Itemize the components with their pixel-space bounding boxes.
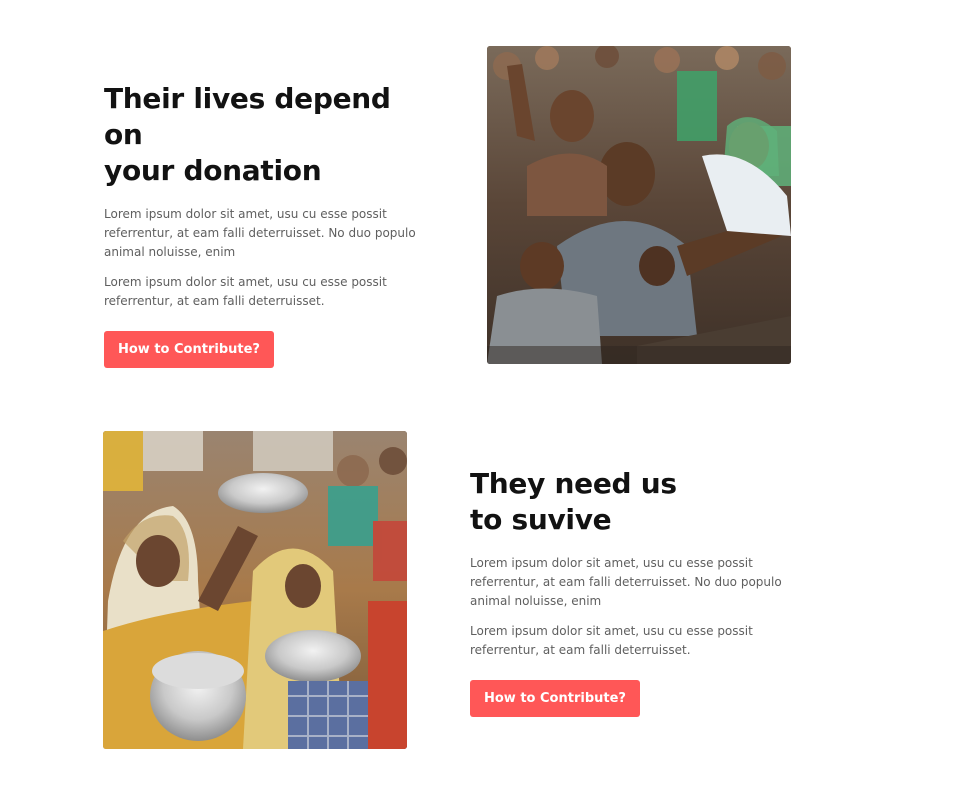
survival-text-block: They need us to suvive Lorem ipsum dolor…	[470, 466, 800, 717]
donation-section: Their lives depend on your donation Lore…	[0, 0, 957, 400]
section-heading: Their lives depend on your donation	[104, 81, 434, 189]
heading-line: your donation	[104, 154, 322, 187]
women-holding-bowls-photo	[103, 431, 407, 749]
donation-text-block: Their lives depend on your donation Lore…	[104, 81, 434, 368]
heading-line: to suvive	[470, 503, 612, 536]
how-to-contribute-button[interactable]: How to Contribute?	[104, 331, 274, 368]
section-paragraph: Lorem ipsum dolor sit amet, usu cu esse …	[104, 207, 416, 259]
heading-line: Their lives depend on	[104, 82, 391, 151]
section-paragraph: Lorem ipsum dolor sit amet, usu cu esse …	[104, 275, 387, 308]
heading-line: They need us	[470, 467, 677, 500]
crowd-reaching-photo	[487, 46, 791, 364]
crowd-photo-illustration	[487, 46, 791, 364]
section-paragraph: Lorem ipsum dolor sit amet, usu cu esse …	[470, 624, 753, 657]
survival-section: They need us to suvive Lorem ipsum dolor…	[0, 400, 957, 798]
section-paragraph: Lorem ipsum dolor sit amet, usu cu esse …	[470, 556, 782, 608]
women-photo-illustration	[103, 431, 407, 749]
section-heading: They need us to suvive	[470, 466, 800, 538]
how-to-contribute-button[interactable]: How to Contribute?	[470, 680, 640, 717]
